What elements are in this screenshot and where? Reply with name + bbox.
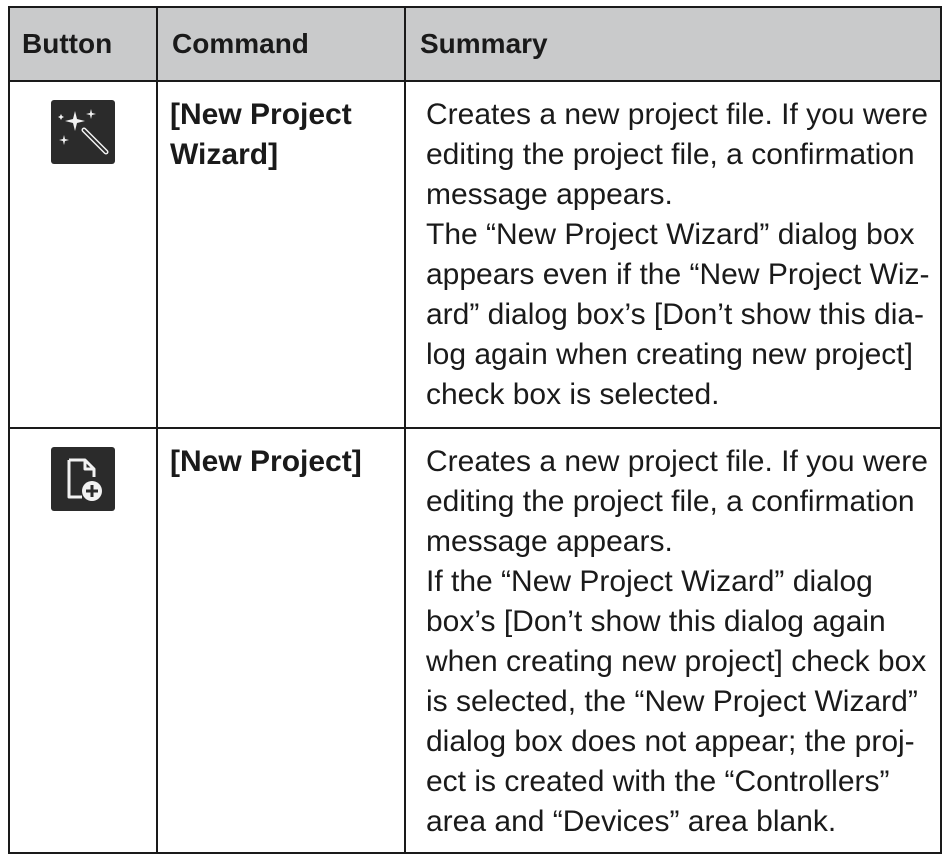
magic-wand-icon[interactable]: [51, 100, 115, 164]
summary-paragraph: If the “New Project Wizard” dialog box’s…: [426, 565, 927, 838]
new-document-icon[interactable]: [51, 447, 115, 511]
header-button: Button: [8, 6, 158, 82]
table-row: [New Project Wizard] Creates a new proje…: [8, 80, 942, 429]
summary-paragraph: Creates a new project file. If you were …: [426, 445, 928, 558]
button-cell: [8, 427, 158, 854]
command-name: [New Project]: [156, 427, 406, 854]
header-command: Command: [156, 6, 406, 82]
header-summary: Summary: [404, 6, 942, 82]
header-row: Button Command Summary: [8, 6, 942, 82]
table-row: [New Project] Creates a new project file…: [8, 427, 942, 854]
command-table: Button Command Summary [New Project Wiza…: [8, 6, 942, 854]
command-name: [New Project Wizard]: [156, 80, 406, 429]
button-cell: [8, 80, 158, 429]
summary-paragraph: The “New Project Wizard” dialog box appe…: [426, 218, 930, 411]
summary-text: Creates a new project file. If you were …: [404, 80, 942, 429]
summary-paragraph: Creates a new project file. If you were …: [426, 98, 928, 211]
summary-text: Creates a new project file. If you were …: [404, 427, 942, 854]
